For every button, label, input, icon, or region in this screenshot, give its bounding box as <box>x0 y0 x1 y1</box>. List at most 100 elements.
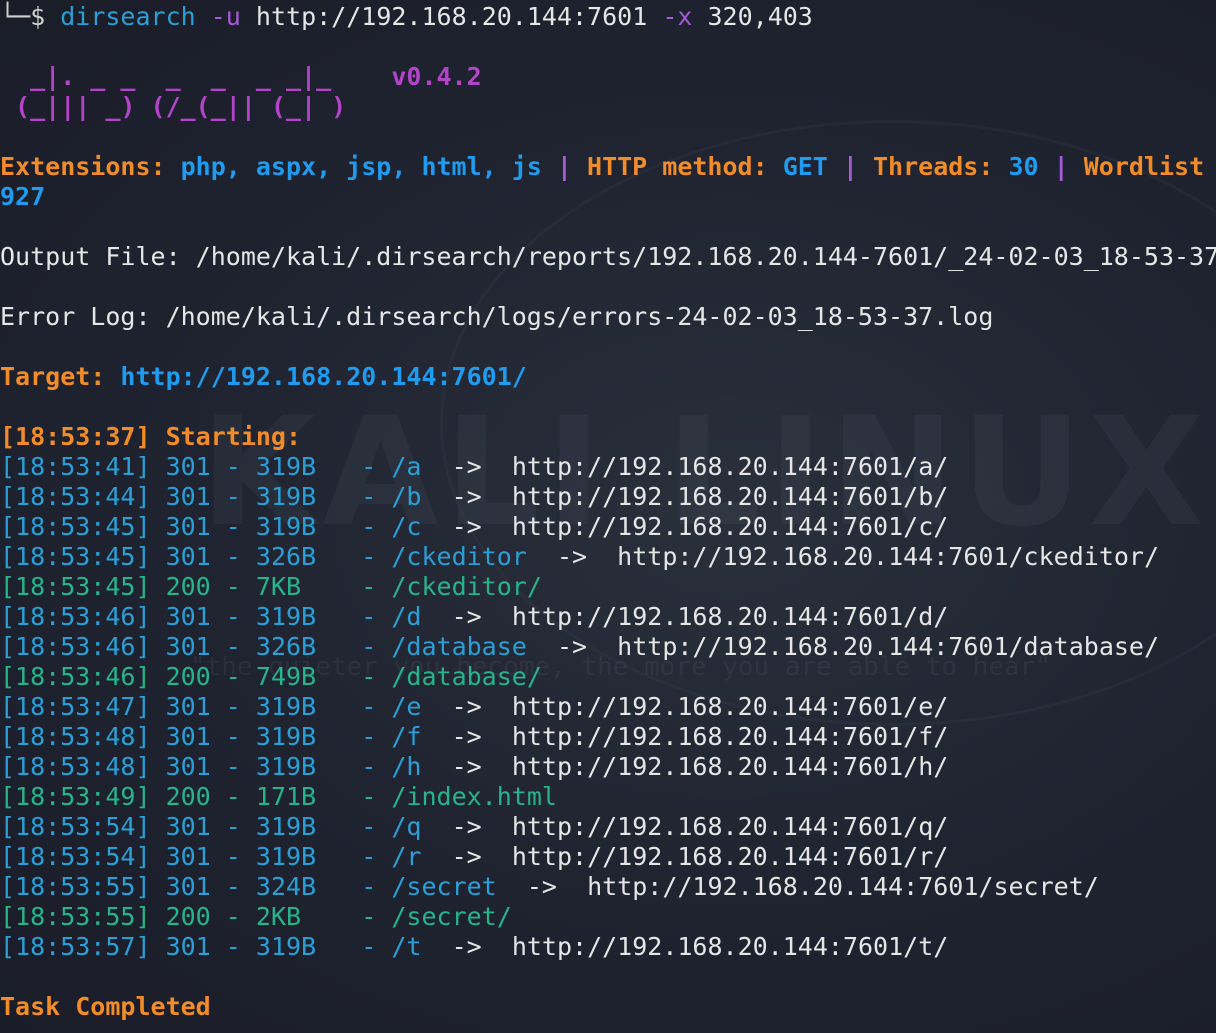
wordlist-size-value: 927 <box>0 182 46 211</box>
result-path: /r <box>391 842 422 871</box>
result-time: [18:53:48] <box>0 722 151 751</box>
spacer: - <box>316 842 392 871</box>
command-url: http://192.168.20.144:7601 <box>255 2 648 31</box>
result-size: 324B <box>255 872 317 901</box>
result-size: 319B <box>255 932 317 961</box>
result-path: /c <box>391 512 422 541</box>
prompt: └─$ <box>0 2 46 31</box>
result-redirect: http://192.168.20.144:7601/database/ <box>617 632 1160 661</box>
result-arrow: -> <box>451 842 482 871</box>
result-size: 2KB <box>255 902 302 931</box>
result-arrow: -> <box>451 602 482 631</box>
result-redirect: http://192.168.20.144:7601/f/ <box>511 722 949 751</box>
spacer: - <box>316 452 392 481</box>
result-path: /database/ <box>391 662 542 691</box>
result-redirect: http://192.168.20.144:7601/h/ <box>511 752 949 781</box>
result-time: [18:53:55] <box>0 872 151 901</box>
target-label: Target: <box>0 362 121 391</box>
starting-time: [18:53:37] <box>0 422 151 451</box>
result-row: [18:53:45] 200 - 7KB - /ckeditor/ <box>0 572 542 602</box>
result-time: [18:53:41] <box>0 452 151 481</box>
spacer: - <box>316 872 392 901</box>
banner-art-1: _|. _ _ _ _ _ _|_ <box>0 62 392 91</box>
result-time: [18:53:48] <box>0 752 151 781</box>
separator: | <box>541 152 588 181</box>
result-row: [18:53:45] 301 - 319B - /c -> http://192… <box>0 512 948 542</box>
command-flag-u: -u <box>210 2 241 31</box>
spacer: - <box>301 902 392 931</box>
result-path: /h <box>391 752 422 781</box>
result-arrow: -> <box>451 932 482 961</box>
result-arrow: -> <box>556 542 588 571</box>
spacer: - <box>210 542 256 571</box>
result-time: [18:53:45] <box>0 542 151 571</box>
spacer: - <box>316 662 392 691</box>
result-size: 319B <box>255 752 317 781</box>
spacer: - <box>316 482 392 511</box>
result-arrow: -> <box>451 512 482 541</box>
spacer: - <box>210 512 256 541</box>
http-method-label: HTTP method: <box>587 152 783 181</box>
result-path: /q <box>391 812 422 841</box>
result-row: [18:53:45] 301 - 326B - /ckeditor -> htt… <box>0 542 1159 572</box>
spacer: - <box>316 632 392 661</box>
spacer: - <box>210 872 256 901</box>
spacer: - <box>316 602 392 631</box>
spacer: - <box>316 932 392 961</box>
result-status: 301 <box>165 632 211 661</box>
command-flag-x: -x <box>662 2 693 31</box>
result-row: [18:53:41] 301 - 319B - /a -> http://192… <box>0 452 948 482</box>
spacer: - <box>316 812 392 841</box>
result-path: /a <box>391 452 422 481</box>
command-exclude: 320,403 <box>707 2 813 31</box>
result-path: /database <box>391 632 527 661</box>
result-path: /index.html <box>391 782 557 811</box>
starting-line: [18:53:37] Starting: <box>0 422 301 452</box>
result-arrow: -> <box>526 872 557 901</box>
result-path: /ckeditor <box>391 542 527 571</box>
command-line: └─$ dirsearch -u http://192.168.20.144:7… <box>0 2 813 32</box>
result-row: [18:53:49] 200 - 171B - /index.html <box>0 782 557 812</box>
result-time: [18:53:46] <box>0 632 151 661</box>
terminal-window[interactable]: KALI LINUX "the quieter you become, the … <box>0 0 1216 1033</box>
result-status: 200 <box>165 572 211 601</box>
result-path: /secret <box>391 872 497 901</box>
result-path: /e <box>391 692 422 721</box>
error-log-line: Error Log: /home/kali/.dirsearch/logs/er… <box>0 302 994 331</box>
result-row: [18:53:54] 301 - 319B - /q -> http://192… <box>0 812 948 842</box>
spacer: - <box>210 902 256 931</box>
result-redirect: http://192.168.20.144:7601/b/ <box>511 482 949 511</box>
spacer: - <box>210 932 256 961</box>
separator: | <box>827 152 873 181</box>
result-path: /d <box>391 602 422 631</box>
threads-value: 30 <box>1008 152 1039 181</box>
result-status: 301 <box>165 872 211 901</box>
spacer: - <box>210 482 256 511</box>
